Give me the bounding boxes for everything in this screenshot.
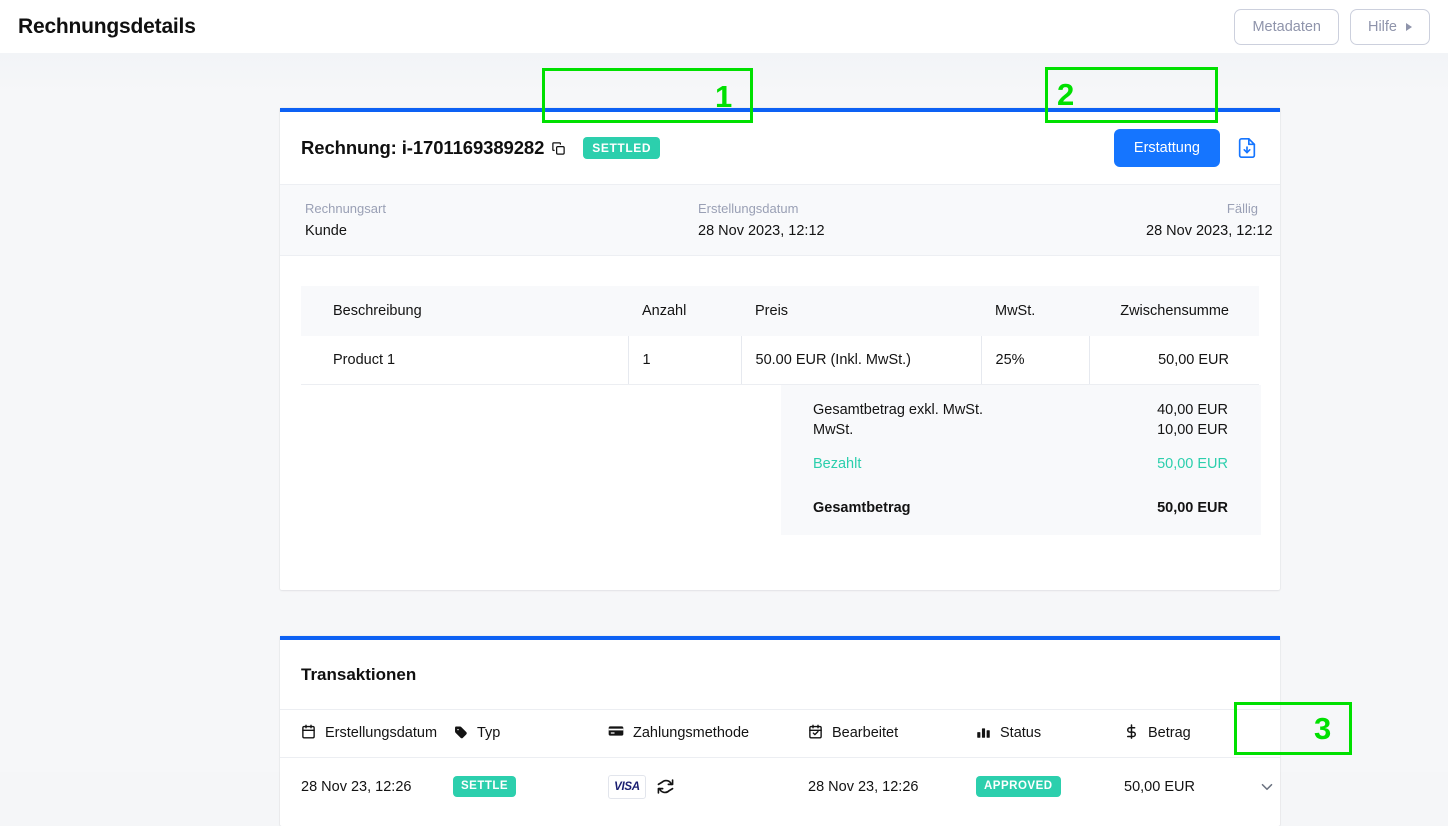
column-header-price: Preis	[741, 286, 981, 336]
cell-processed: 28 Nov 23, 12:26	[808, 778, 919, 795]
invoice-items-table: Beschreibung Anzahl Preis MwSt. Zwischen…	[301, 286, 1259, 385]
table-header-row: Erstellungsdatum Typ Zahlungsmethode Bea…	[280, 710, 1280, 758]
cell-status: APPROVED	[966, 757, 1114, 816]
refund-button[interactable]: Erstattung	[1113, 129, 1220, 167]
metadata-button[interactable]: Metadaten	[1234, 8, 1339, 45]
visa-card-icon: VISA	[608, 774, 646, 799]
cell-description: Product 1	[301, 336, 628, 385]
meta-value: 28 Nov 2023, 12:12	[1146, 223, 1273, 239]
recurring-icon	[657, 778, 674, 795]
help-button-label: Hilfe	[1367, 18, 1397, 35]
total-label: MwSt.	[813, 422, 854, 438]
total-row-excl-vat: Gesamtbetrag exkl. MwSt. 40,00 EUR	[813, 401, 1228, 419]
page-title: Rechnungsdetails	[18, 14, 196, 38]
meta-invoice-type: Rechnungsart Kunde	[305, 201, 698, 239]
cell-expand	[1240, 757, 1280, 816]
expand-row-button[interactable]	[1250, 770, 1284, 804]
transactions-title: Transaktionen	[280, 640, 1280, 710]
column-header-label: Zahlungsmethode	[633, 725, 750, 742]
total-label: Bezahlt	[813, 456, 862, 472]
column-header-label: Status	[1000, 725, 1042, 742]
meta-due-date: Fällig 28 Nov 2023, 12:12	[1146, 201, 1273, 239]
invoice-number-label: Rechnung: i-1701169389282	[301, 137, 545, 158]
meta-label: Erstellungsdatum	[698, 201, 799, 216]
tag-icon	[453, 724, 468, 743]
meta-creation-date: Erstellungsdatum 28 Nov 2023, 12:12	[698, 201, 1146, 239]
total-row-paid: Bezahlt 50,00 EUR	[813, 455, 1228, 473]
column-header-label: Betrag	[1148, 725, 1191, 742]
cell-price: 50.00 EUR (Inkl. MwSt.)	[740, 336, 981, 385]
column-header-label: Typ	[477, 725, 501, 742]
column-header-type: Typ	[443, 710, 598, 758]
status-badge: APPROVED	[976, 775, 1061, 798]
meta-value: 28 Nov 2023, 12:12	[698, 223, 825, 239]
column-header-description: Beschreibung	[301, 286, 628, 336]
transactions-table: Erstellungsdatum Typ Zahlungsmethode Bea…	[280, 710, 1280, 816]
total-row-grand: Gesamtbetrag 50,00 EUR	[813, 499, 1228, 517]
column-header-expand	[1240, 710, 1280, 758]
column-header-label: Erstellungsdatum	[325, 725, 438, 742]
table-row: Product 1 1 50.00 EUR (Inkl. MwSt.) 25% …	[301, 336, 1259, 385]
cell-vat: 25%	[980, 336, 1089, 385]
invoice-number: Rechnung: i-1701169389282	[301, 137, 566, 159]
table-row[interactable]: 28 Nov 23, 12:26 SETTLE VISA 28 Nov 23, …	[280, 757, 1280, 816]
total-value: 40,00 EUR	[1157, 402, 1228, 418]
column-header-created: Erstellungsdatum	[280, 710, 443, 758]
total-label: Gesamtbetrag exkl. MwSt.	[813, 402, 984, 418]
transactions-card: Transaktionen Erstellungsdatum Typ Zahlu…	[280, 636, 1280, 826]
column-header-amount: Betrag	[1114, 710, 1240, 758]
chevron-right-icon	[1406, 22, 1412, 31]
invoice-header-actions: Erstattung	[1113, 129, 1258, 167]
invoice-meta-strip: Rechnungsart Kunde Erstellungsdatum 28 N…	[280, 184, 1280, 256]
total-row-vat: MwSt. 10,00 EUR	[813, 421, 1228, 439]
cell-created: 28 Nov 23, 12:26	[301, 778, 412, 795]
column-header-status: Status	[966, 710, 1114, 758]
table-header-row: Beschreibung Anzahl Preis MwSt. Zwischen…	[301, 286, 1259, 336]
invoice-header: Rechnung: i-1701169389282 SETTLED Erstat…	[280, 112, 1280, 184]
column-header-processed: Bearbeitet	[798, 710, 966, 758]
annotation-number-3: 3	[1314, 711, 1332, 746]
meta-label: Rechnungsart	[305, 201, 386, 216]
total-value: 10,00 EUR	[1157, 422, 1228, 438]
total-value: 50,00 EUR	[1157, 456, 1228, 472]
column-header-payment-method: Zahlungsmethode	[598, 710, 798, 758]
column-header-subtotal: Zwischensumme	[1089, 286, 1259, 336]
column-header-quantity: Anzahl	[628, 286, 741, 336]
top-bar: Rechnungsdetails Metadaten Hilfe	[0, 0, 1448, 53]
invoice-card: Rechnung: i-1701169389282 SETTLED Erstat…	[280, 108, 1280, 590]
cell-amount: 50,00 EUR	[1124, 778, 1195, 795]
credit-card-icon	[608, 723, 624, 743]
page-content: Rechnung: i-1701169389282 SETTLED Erstat…	[0, 53, 1448, 826]
dollar-icon	[1124, 723, 1139, 743]
total-label: Gesamtbetrag	[813, 500, 911, 516]
top-bar-actions: Metadaten Hilfe	[1234, 8, 1430, 45]
type-badge: SETTLE	[453, 775, 517, 798]
bar-chart-icon	[976, 724, 991, 743]
cell-payment-method: VISA	[598, 757, 798, 816]
column-header-label: Bearbeitet	[832, 725, 899, 742]
help-button[interactable]: Hilfe	[1349, 8, 1430, 45]
status-badge: SETTLED	[583, 137, 661, 159]
total-value: 50,00 EUR	[1157, 500, 1228, 516]
copy-icon[interactable]	[551, 141, 566, 156]
column-header-vat: MwSt.	[981, 286, 1089, 336]
cell-subtotal: 50,00 EUR	[1088, 336, 1259, 385]
download-invoice-icon[interactable]	[1236, 137, 1258, 159]
metadata-button-label: Metadaten	[1252, 18, 1321, 35]
calendar-check-icon	[808, 724, 823, 743]
invoice-items-section: Beschreibung Anzahl Preis MwSt. Zwischen…	[280, 256, 1280, 535]
meta-value: Kunde	[305, 223, 347, 239]
invoice-totals: Gesamtbetrag exkl. MwSt. 40,00 EUR MwSt.…	[781, 385, 1261, 535]
meta-label: Fällig	[1226, 201, 1258, 216]
calendar-icon	[301, 724, 316, 743]
cell-type: SETTLE	[443, 757, 598, 816]
cell-quantity: 1	[627, 336, 741, 385]
